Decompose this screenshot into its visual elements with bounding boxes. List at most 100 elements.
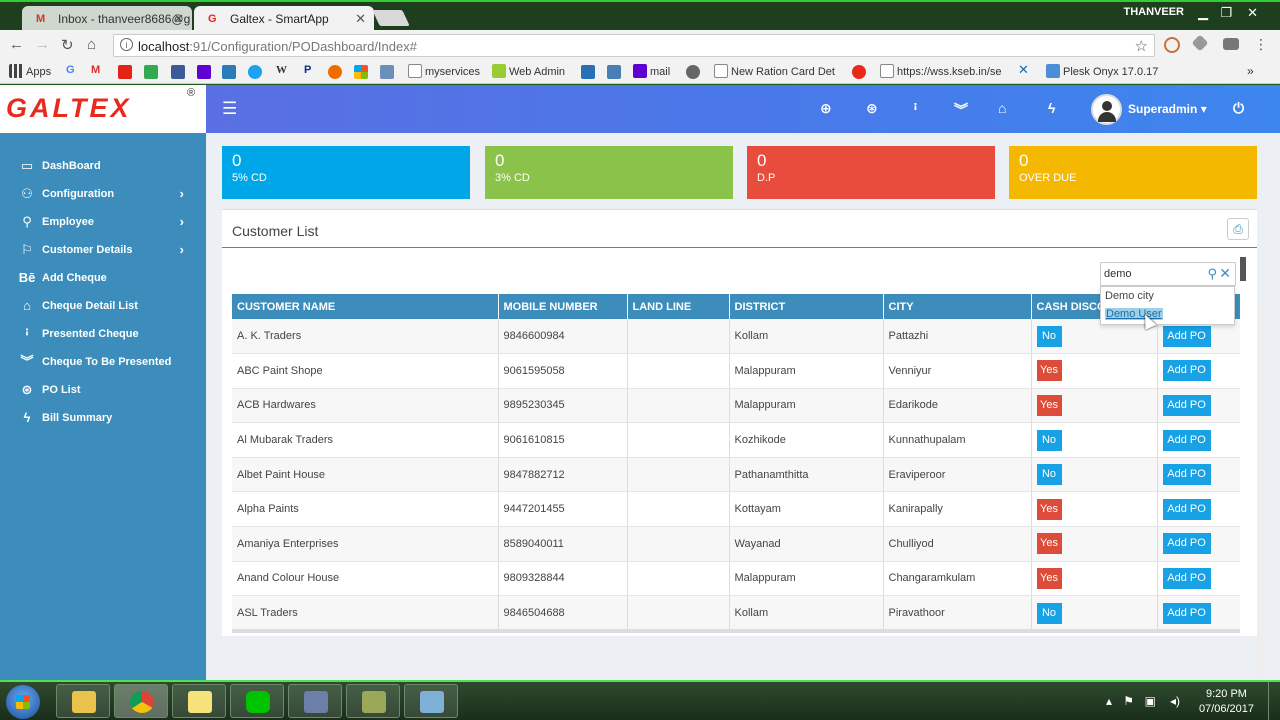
- bank-icon[interactable]: ⌂: [998, 100, 1006, 116]
- power-icon[interactable]: ⏻: [1233, 100, 1244, 117]
- cash-discount-badge[interactable]: No: [1036, 429, 1062, 451]
- tray-expand-icon[interactable]: ▴: [1106, 694, 1112, 708]
- google-icon[interactable]: G: [66, 64, 75, 76]
- vertical-scrollbar[interactable]: [1257, 305, 1263, 710]
- bookmark-icon[interactable]: [328, 65, 342, 79]
- download-circle-icon[interactable]: ⊛: [866, 100, 878, 117]
- bookmark-mail[interactable]: mail: [633, 64, 670, 78]
- stat-3cd[interactable]: 0 3% CD: [485, 146, 733, 199]
- system-clock[interactable]: 9:20 PM 07/06/2017: [1199, 687, 1254, 717]
- close-icon[interactable]: ✕: [355, 11, 366, 27]
- tab-galtex[interactable]: G Galtex - SmartApp ✕: [194, 6, 374, 32]
- sidebar-item-employee[interactable]: ⚲ Employee ›: [0, 211, 206, 239]
- youtube-icon[interactable]: [118, 65, 132, 79]
- taskbar-notes[interactable]: [172, 684, 226, 718]
- microsoft-icon[interactable]: [354, 65, 368, 79]
- paypal-icon[interactable]: P: [304, 64, 311, 76]
- cash-discount-badge[interactable]: Yes: [1036, 567, 1062, 589]
- gmail-icon[interactable]: M: [91, 64, 100, 76]
- flag-icon[interactable]: ⚑: [1123, 694, 1134, 708]
- cash-discount-badge[interactable]: Yes: [1036, 360, 1062, 382]
- taskbar-window[interactable]: [404, 684, 458, 718]
- x-icon[interactable]: ✕: [1018, 62, 1029, 78]
- suggestion-item[interactable]: Demo city: [1101, 287, 1234, 305]
- sidebar-item-presented-cheque[interactable]: ꜟ Presented Cheque: [0, 323, 206, 351]
- emblem-icon[interactable]: [686, 65, 700, 79]
- taskbar-explorer[interactable]: [56, 684, 110, 718]
- extension-icon[interactable]: [1191, 34, 1209, 52]
- column-header[interactable]: LAND LINE: [627, 294, 730, 319]
- cash-discount-badge[interactable]: No: [1036, 602, 1062, 624]
- taskbar-chrome[interactable]: [114, 684, 168, 718]
- restore-icon[interactable]: ❐: [1220, 5, 1232, 21]
- home-icon[interactable]: ⌂: [87, 36, 96, 53]
- taskbar-tools[interactable]: [346, 684, 400, 718]
- column-header[interactable]: DISTRICT: [729, 294, 884, 319]
- yahoo-icon[interactable]: [197, 65, 211, 79]
- wikipedia-icon[interactable]: W: [276, 64, 287, 76]
- bolt-icon[interactable]: ϟ: [1048, 100, 1055, 116]
- twitter-icon[interactable]: [248, 65, 262, 79]
- add-po-button[interactable]: Add PO: [1162, 533, 1211, 555]
- bookmark-web-admin[interactable]: Web Admin: [492, 64, 565, 78]
- info-icon[interactable]: i: [120, 38, 133, 51]
- sidebar-item-add-cheque[interactable]: Bē Add Cheque: [0, 267, 206, 295]
- add-po-button[interactable]: Add PO: [1162, 325, 1211, 347]
- minimize-icon[interactable]: ▁: [1198, 5, 1208, 21]
- stat-5cd[interactable]: 0 5% CD: [222, 146, 470, 199]
- back-icon[interactable]: ←: [9, 36, 24, 53]
- bookmark-apps[interactable]: Apps: [9, 64, 51, 78]
- phone-icon[interactable]: [581, 65, 595, 79]
- add-po-button[interactable]: Add PO: [1162, 602, 1211, 624]
- photo-icon[interactable]: [380, 65, 394, 79]
- suggestion-item-highlighted[interactable]: Demo User: [1101, 305, 1234, 323]
- maps-icon[interactable]: [144, 65, 158, 79]
- address-bar[interactable]: i localhost:91/Configuration/PODashboard…: [113, 34, 1155, 57]
- double-chevron-icon[interactable]: ︾: [954, 100, 968, 120]
- hamburger-icon[interactable]: ☰: [222, 99, 237, 119]
- sidebar-item-cheque-detail-list[interactable]: ⌂ Cheque Detail List: [0, 295, 206, 323]
- link-icon[interactable]: [852, 65, 866, 79]
- cash-discount-badge[interactable]: No: [1036, 464, 1062, 486]
- scrollbar-thumb[interactable]: [1240, 257, 1246, 281]
- camera-icon[interactable]: [1223, 38, 1239, 50]
- bookmark-plesk[interactable]: Plesk Onyx 17.0.17: [1046, 64, 1158, 78]
- add-po-button[interactable]: Add PO: [1162, 429, 1211, 451]
- sidebar-item-bill-summary[interactable]: ϟ Bill Summary: [0, 407, 206, 435]
- show-desktop-button[interactable]: [1268, 682, 1280, 720]
- calculator-icon[interactable]: [607, 65, 621, 79]
- add-po-button[interactable]: Add PO: [1162, 567, 1211, 589]
- window-close-icon[interactable]: ✕: [1247, 5, 1258, 21]
- bookmark-ration-card[interactable]: New Ration Card Det: [714, 64, 835, 78]
- reload-icon[interactable]: ↻: [61, 36, 74, 54]
- cash-discount-badge[interactable]: No: [1036, 325, 1062, 347]
- plus-circle-icon[interactable]: ⊕: [820, 100, 832, 117]
- close-icon[interactable]: ✕: [173, 11, 184, 27]
- search-icon[interactable]: ⚲: [1207, 266, 1217, 282]
- sidebar-item-dashboard[interactable]: ▭ DashBoard: [0, 155, 206, 183]
- column-header[interactable]: MOBILE NUMBER: [498, 294, 628, 319]
- new-tab-button[interactable]: [372, 10, 410, 26]
- logo-area[interactable]: GALTEX ®: [0, 85, 206, 133]
- user-menu[interactable]: Superadmin ▾: [1128, 102, 1207, 116]
- add-po-button[interactable]: Add PO: [1162, 498, 1211, 520]
- add-po-button[interactable]: Add PO: [1162, 394, 1211, 416]
- bookmark-kseb[interactable]: https://wss.kseb.in/se: [880, 64, 1002, 78]
- sidebar-item-po-list[interactable]: ⊛ PO List: [0, 379, 206, 407]
- horizontal-scrollbar[interactable]: [232, 629, 1240, 633]
- cash-discount-badge[interactable]: Yes: [1036, 394, 1062, 416]
- taskbar-line[interactable]: [230, 684, 284, 718]
- volume-icon[interactable]: ◂): [1170, 694, 1180, 708]
- sidebar-item-customer-details[interactable]: ⚐ Customer Details ›: [0, 239, 206, 267]
- taskbar-app[interactable]: [288, 684, 342, 718]
- bing-icon[interactable]: [222, 65, 236, 79]
- cash-discount-badge[interactable]: Yes: [1036, 498, 1062, 520]
- add-po-button[interactable]: Add PO: [1162, 464, 1211, 486]
- print-icon[interactable]: ⎙: [1227, 218, 1249, 240]
- more-bookmarks-icon[interactable]: »: [1247, 64, 1254, 78]
- forward-icon[interactable]: →: [35, 36, 50, 53]
- close-icon[interactable]: ✕: [1219, 265, 1231, 282]
- menu-icon[interactable]: ⋮: [1254, 36, 1268, 53]
- extension-icon[interactable]: [1164, 37, 1180, 53]
- bookmark-myservices[interactable]: myservices: [408, 64, 480, 78]
